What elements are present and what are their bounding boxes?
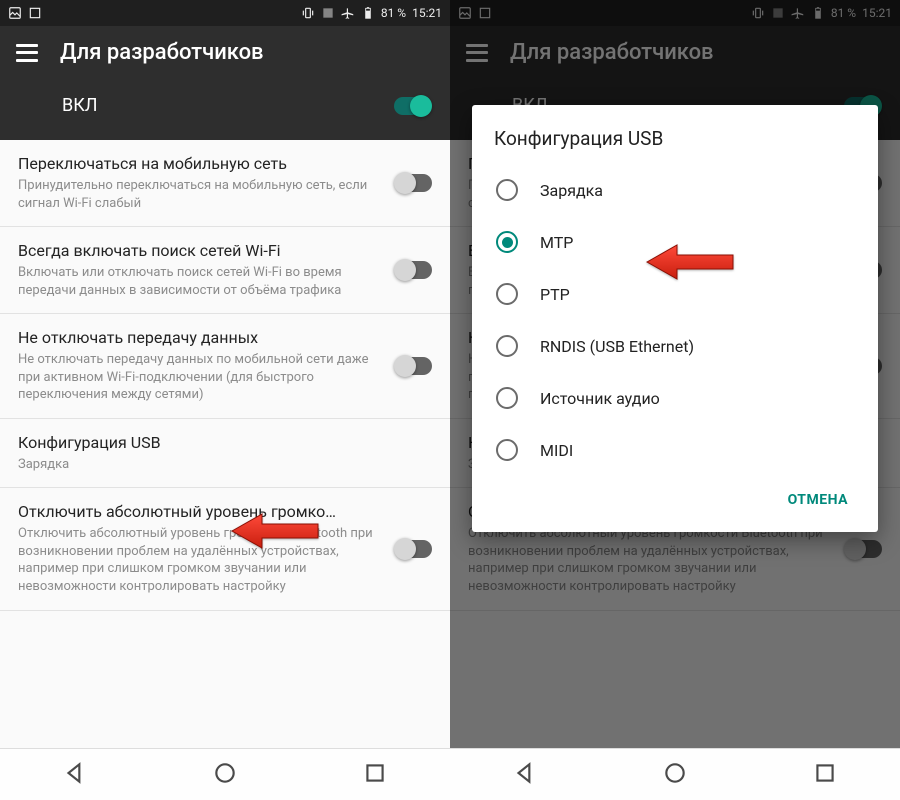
gallery-icon [8,6,22,20]
menu-icon[interactable] [16,44,38,62]
nav-recent-icon[interactable] [362,760,388,790]
setting-abs-volume[interactable]: Отключить абсолютный уровень громко… Отк… [0,488,450,610]
setting-title: Отключить абсолютный уровень громко… [18,502,388,521]
clock: 15:21 [412,6,442,20]
battery-icon [361,6,375,20]
radio-icon [496,439,518,461]
radio-label: MIDI [540,441,573,460]
radio-option-audio[interactable]: Источник аудио [490,372,860,424]
radio-label: Зарядка [540,181,603,200]
setting-toggle[interactable] [396,357,432,375]
radio-option-mtp[interactable]: MTP [490,216,860,268]
phone-right: 81 % 15:21 Для разработчиков ВКЛ Переклю… [450,0,900,800]
setting-title: Всегда включать поиск сетей Wi-Fi [18,241,388,260]
phone-left: 81 % 15:21 Для разработчиков ВКЛ Переклю… [0,0,450,800]
setting-keep-data[interactable]: Не отключать передачу данных Не отключат… [0,314,450,419]
setting-usb-config[interactable]: Конфигурация USB Зарядка [0,419,450,489]
setting-subtitle: Отключить абсолютный уровень громкости B… [18,525,388,595]
dialog-title: Конфигурация USB [490,127,860,150]
setting-title: Не отключать передачу данных [18,328,388,347]
radio-option-ptp[interactable]: PTP [490,268,860,320]
battery-percent: 81 % [381,6,406,20]
notification-icon [28,6,42,20]
nav-back-icon[interactable] [62,760,88,790]
setting-subtitle: Зарядка [18,456,388,474]
radio-icon [496,335,518,357]
setting-toggle[interactable] [396,261,432,279]
setting-mobile-switch[interactable]: Переключаться на мобильную сеть Принудит… [0,140,450,227]
radio-icon [496,179,518,201]
nav-home-icon[interactable] [212,760,238,790]
appbar: Для разработчиков ВКЛ [0,26,450,140]
radio-option-rndis[interactable]: RNDIS (USB Ethernet) [490,320,860,372]
radio-label: RNDIS (USB Ethernet) [540,337,694,356]
settings-list: Переключаться на мобильную сеть Принудит… [0,140,450,611]
navbar [450,748,900,800]
setting-title: Переключаться на мобильную сеть [18,154,388,173]
setting-wifi-scan[interactable]: Всегда включать поиск сетей Wi-Fi Включа… [0,227,450,314]
radio-option-charge[interactable]: Зарядка [490,164,860,216]
radio-label: PTP [540,285,570,304]
setting-subtitle: Не отключать передачу данных по мобильно… [18,351,388,404]
page-title: Для разработчиков [60,40,264,65]
statusbar: 81 % 15:21 [0,0,450,26]
master-toggle-label: ВКЛ [62,95,98,116]
nav-back-icon[interactable] [512,760,538,790]
radio-option-midi[interactable]: MIDI [490,424,860,476]
radio-icon [496,283,518,305]
nav-home-icon[interactable] [662,760,688,790]
cancel-button[interactable]: ОТМЕНА [780,482,856,518]
radio-icon [496,387,518,409]
navbar [0,748,450,800]
airplane-icon [341,6,355,20]
nav-recent-icon[interactable] [812,760,838,790]
setting-subtitle: Принудительно переключаться на мобильную… [18,177,388,212]
setting-subtitle: Включать или отключать поиск сетей Wi-Fi… [18,264,388,299]
setting-title: Конфигурация USB [18,433,388,452]
master-toggle[interactable] [394,97,430,115]
setting-toggle[interactable] [396,540,432,558]
radio-label: Источник аудио [540,389,660,408]
radio-icon [496,231,518,253]
setting-toggle[interactable] [396,174,432,192]
vibrate-icon [301,6,315,20]
nfc-icon [321,6,335,20]
usb-config-dialog: Конфигурация USB Зарядка MTP PTP RNDIS (… [472,105,878,532]
radio-label: MTP [540,233,573,252]
